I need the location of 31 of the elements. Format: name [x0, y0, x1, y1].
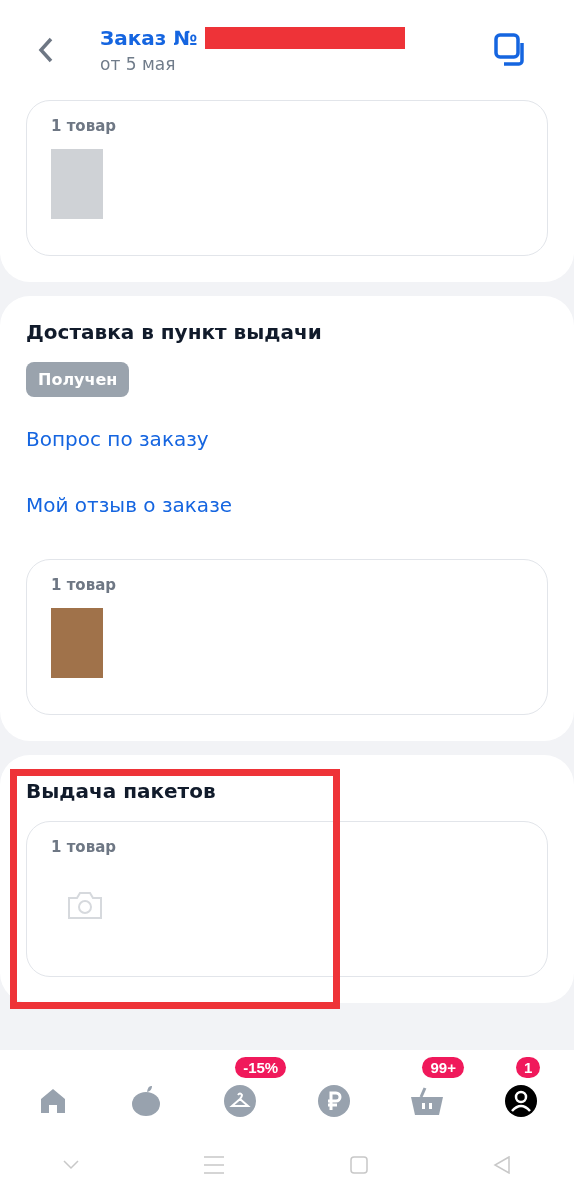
nav-tab[interactable]: -15% [195, 1057, 286, 1123]
hanger-icon [224, 1085, 257, 1117]
items-count: 1 товар [51, 117, 117, 135]
menu-icon[interactable] [204, 1156, 225, 1174]
status-badge: Получен [26, 362, 130, 397]
profile-icon [505, 1085, 538, 1117]
square-icon[interactable] [349, 1156, 368, 1174]
items-card[interactable]: 1 товар [26, 821, 548, 977]
camera-icon [67, 890, 103, 920]
items-card[interactable]: 1 товар [26, 559, 548, 715]
nav-badge: -15% [235, 1057, 287, 1078]
nav-tab[interactable]: 1 [476, 1057, 567, 1123]
basket-icon [409, 1085, 446, 1117]
nav-badge: 1 [516, 1057, 541, 1078]
ruble-icon [317, 1085, 350, 1117]
chevron-down-icon[interactable] [62, 1160, 79, 1170]
items-count: 1 товар [51, 576, 117, 594]
back-triangle-icon[interactable] [493, 1156, 512, 1174]
section-title: Доставка в пункт выдачи [26, 320, 323, 344]
items-count: 1 товар [51, 838, 117, 856]
section-title: Выдача пакетов [26, 779, 217, 803]
product-photo-placeholder[interactable] [51, 149, 103, 219]
nav-badge: 99+ [422, 1057, 464, 1078]
nav-tab[interactable]: 99+ [382, 1057, 473, 1123]
items-card[interactable]: 1 товар [26, 100, 548, 256]
order-date: от 5 мая [100, 54, 177, 74]
fruit-icon [130, 1083, 163, 1117]
order-title: Заказ № [100, 26, 198, 50]
order-link[interactable]: Мой отзыв о заказе [26, 493, 548, 517]
product-photo-placeholder[interactable] [51, 608, 103, 678]
order-link[interactable]: Вопрос по заказу [26, 427, 548, 451]
